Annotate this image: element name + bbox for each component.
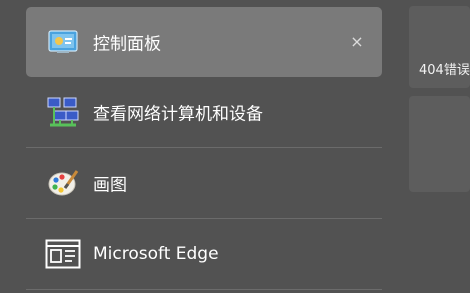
result-item-paint[interactable]: 画图 [26, 148, 382, 218]
result-item-control-panel[interactable]: 控制面板 × [26, 7, 382, 77]
close-icon[interactable]: × [350, 34, 364, 50]
right-panel: 404错误 [409, 6, 470, 200]
result-item-label: Microsoft Edge [93, 244, 219, 264]
result-item-network[interactable]: 查看网络计算机和设备 [26, 77, 382, 147]
network-computers-icon [44, 93, 82, 131]
result-item-label: 画图 [93, 175, 127, 196]
result-item-label: 查看网络计算机和设备 [93, 104, 263, 125]
preview-tile[interactable]: 404错误 [409, 6, 470, 88]
search-results-list: 控制面板 × 查看网络计算机和设备 画图 Microsoft Edge [26, 7, 382, 290]
tile-text: 404错误 [419, 63, 470, 78]
paint-palette-icon [44, 164, 82, 202]
control-panel-icon [44, 23, 82, 61]
divider [26, 289, 382, 290]
preview-tile[interactable] [409, 96, 470, 192]
edge-window-icon [44, 235, 82, 273]
result-item-edge[interactable]: Microsoft Edge [26, 219, 382, 289]
result-item-label: 控制面板 [93, 34, 161, 55]
